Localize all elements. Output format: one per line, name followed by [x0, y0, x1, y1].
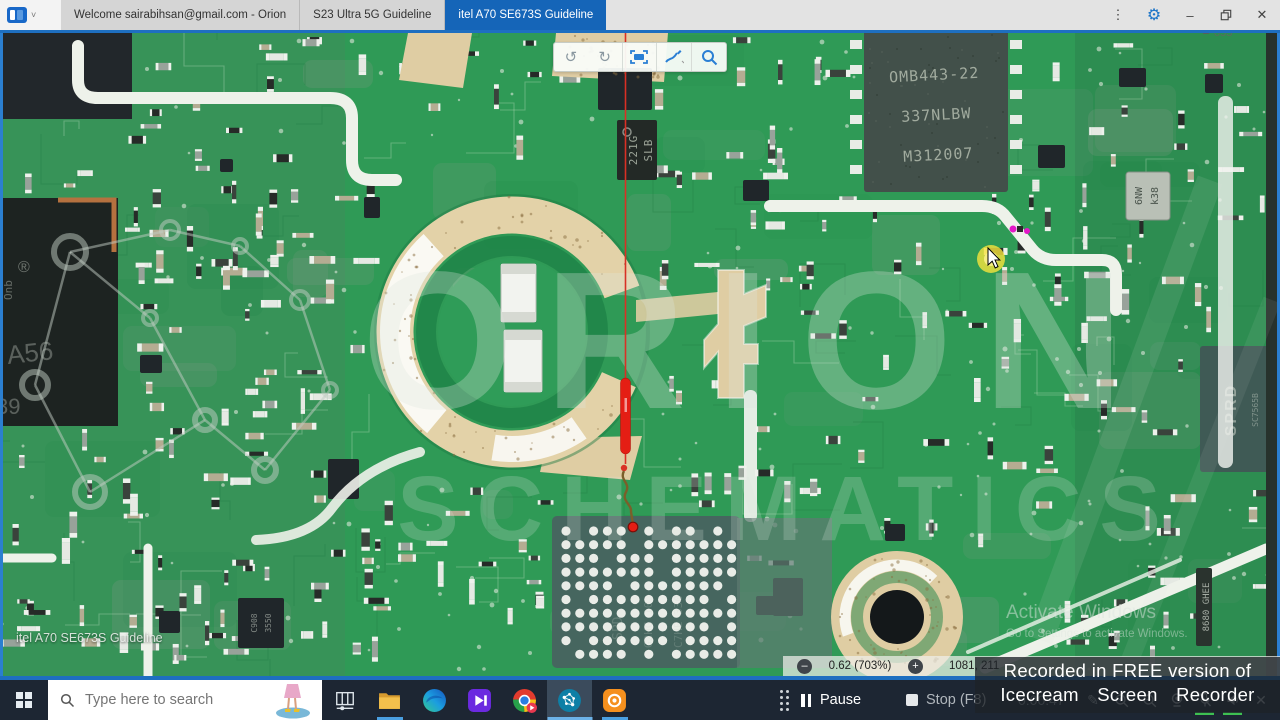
- start-button[interactable]: [0, 680, 48, 720]
- orion-taskbar-button[interactable]: [547, 680, 592, 720]
- overlay-line1: Recorded in FREE version of: [1003, 660, 1252, 681]
- tab-welcome[interactable]: Welcome sairabihsan@gmail.com - Orion: [61, 0, 301, 30]
- chip-c908-line2: 3550: [264, 613, 273, 632]
- file-explorer-button[interactable]: [367, 680, 412, 720]
- chrome-button[interactable]: [502, 680, 547, 720]
- pause-icon: [801, 693, 811, 707]
- chip-top-left: [0, 33, 132, 119]
- potplayer-icon: [468, 688, 491, 712]
- fit-screen-icon: [630, 50, 649, 64]
- close-icon: ✕: [1256, 7, 1268, 22]
- label-ghee: 8680 GHEE: [1202, 583, 1212, 632]
- search-input[interactable]: [83, 691, 237, 709]
- canvas-toolbar: ↺ ↻: [553, 42, 727, 72]
- bga-text-1: SPD: [611, 616, 626, 640]
- windows-logo-icon: [16, 692, 32, 708]
- chip-memory-line3: M312007: [903, 144, 974, 166]
- pause-button[interactable]: Pause: [801, 692, 906, 708]
- search-highlight-image[interactable]: [266, 682, 318, 720]
- minimize-icon: –: [1186, 7, 1194, 23]
- screen: ® Onb A56 39 SPD G2HG 10 C7HE 330 OMB443…: [0, 0, 1280, 720]
- taskbar-search[interactable]: [48, 680, 322, 720]
- chip-slb-line2: 221G: [627, 135, 640, 166]
- task-view-icon: [335, 691, 354, 711]
- settings-button[interactable]: ⚙: [1136, 0, 1172, 30]
- chip-left-39: 39: [0, 394, 20, 419]
- draw-pen-button[interactable]: [656, 43, 691, 71]
- titlebar-space: [606, 0, 1100, 30]
- chip-crystal: [1125, 171, 1171, 221]
- kebab-menu-icon: ⋮: [1111, 7, 1125, 22]
- stop-icon: [906, 694, 918, 706]
- pause-label: Pause: [820, 692, 862, 708]
- task-view-button[interactable]: [322, 680, 367, 720]
- chip-sprd-line2: SC7565B: [1251, 393, 1260, 427]
- chip-crystal-line2: k38: [1150, 187, 1161, 205]
- orion-app-icon: [7, 7, 27, 23]
- activate-line1: Activate Windows: [1006, 602, 1156, 623]
- chip-left-onb: Onb: [2, 280, 15, 300]
- orion-icon: [558, 688, 581, 712]
- tab-label: Welcome sairabihsan@gmail.com - Orion: [74, 9, 287, 21]
- window-accent-line: [0, 30, 1280, 33]
- tab-label: S23 Ultra 5G Guideline: [313, 9, 432, 21]
- chip-c908-line1: C908: [250, 613, 259, 632]
- fit-screen-button[interactable]: [621, 43, 657, 71]
- bga-text-3: C7HE 330: [672, 595, 685, 648]
- chip-left-reg: ®: [18, 259, 30, 276]
- zoom-out-button[interactable]: –: [797, 658, 812, 674]
- title-bar: ˅ Welcome sairabihsan@gmail.com - Orion …: [0, 0, 1280, 30]
- chip-crystal-line1: 6NW: [1134, 186, 1145, 205]
- tab-itel-a70[interactable]: itel A70 SE673S Guideline: [445, 0, 607, 30]
- gear-icon: ⚙: [1146, 7, 1162, 24]
- menu-button[interactable]: ⋮: [1100, 0, 1136, 30]
- chip-left: [0, 198, 118, 426]
- search-icon: [60, 693, 75, 707]
- bga-text-2: G2HG 10: [642, 602, 655, 648]
- guideline-watermark: itel A70 SE673S Guideline: [16, 631, 163, 645]
- icecream-recorder-icon: [603, 688, 626, 712]
- potplayer-button[interactable]: [457, 680, 502, 720]
- restore-icon: [1220, 9, 1232, 21]
- watermark-orion: ORION: [362, 231, 1154, 450]
- file-explorer-icon: [379, 692, 400, 709]
- search-zoom-icon: [701, 49, 717, 65]
- rotate-right-button[interactable]: ↻: [588, 43, 622, 71]
- overlay-line2: Icecream Screen Recorder: [1000, 684, 1255, 705]
- app-menu[interactable]: ˅: [0, 0, 61, 30]
- tab-s23-ultra[interactable]: S23 Ultra 5G Guideline: [300, 0, 446, 30]
- tab-label: itel A70 SE673S Guideline: [458, 9, 594, 21]
- chevron-down-icon: ˅: [31, 10, 37, 20]
- restore-button[interactable]: [1208, 0, 1244, 30]
- zoom-in-button[interactable]: +: [908, 658, 923, 674]
- chip-c908: [238, 598, 284, 648]
- rotate-left-icon: ↺: [564, 49, 578, 66]
- drag-handle[interactable]: [780, 689, 789, 711]
- watermark-schematics: SCHEMATICS: [397, 458, 1178, 560]
- search-zoom-button[interactable]: [691, 43, 726, 71]
- icecream-recorder-button[interactable]: [592, 680, 637, 720]
- rotate-right-icon: ↻: [598, 49, 611, 66]
- zoom-level: 0.62 (703%): [828, 660, 892, 672]
- chip-memory-line2: 337NLBW: [901, 104, 972, 126]
- close-button[interactable]: ✕: [1244, 0, 1280, 30]
- activate-line2: Go to Settings to activate Windows.: [1006, 628, 1188, 640]
- edge-button[interactable]: [412, 680, 457, 720]
- activate-windows-watermark: Activate Windows Go to Settings to activ…: [1006, 602, 1188, 640]
- draw-pen-icon: [665, 50, 685, 64]
- chrome-icon: [513, 688, 537, 713]
- chip-slb-line1: SLB: [642, 139, 655, 162]
- minimize-button[interactable]: –: [1172, 0, 1208, 30]
- edge-icon: [423, 688, 446, 712]
- rotate-left-button[interactable]: ↺: [554, 43, 588, 71]
- icecream-free-version-overlay: Recorded in FREE version of Icecream Scr…: [975, 657, 1280, 713]
